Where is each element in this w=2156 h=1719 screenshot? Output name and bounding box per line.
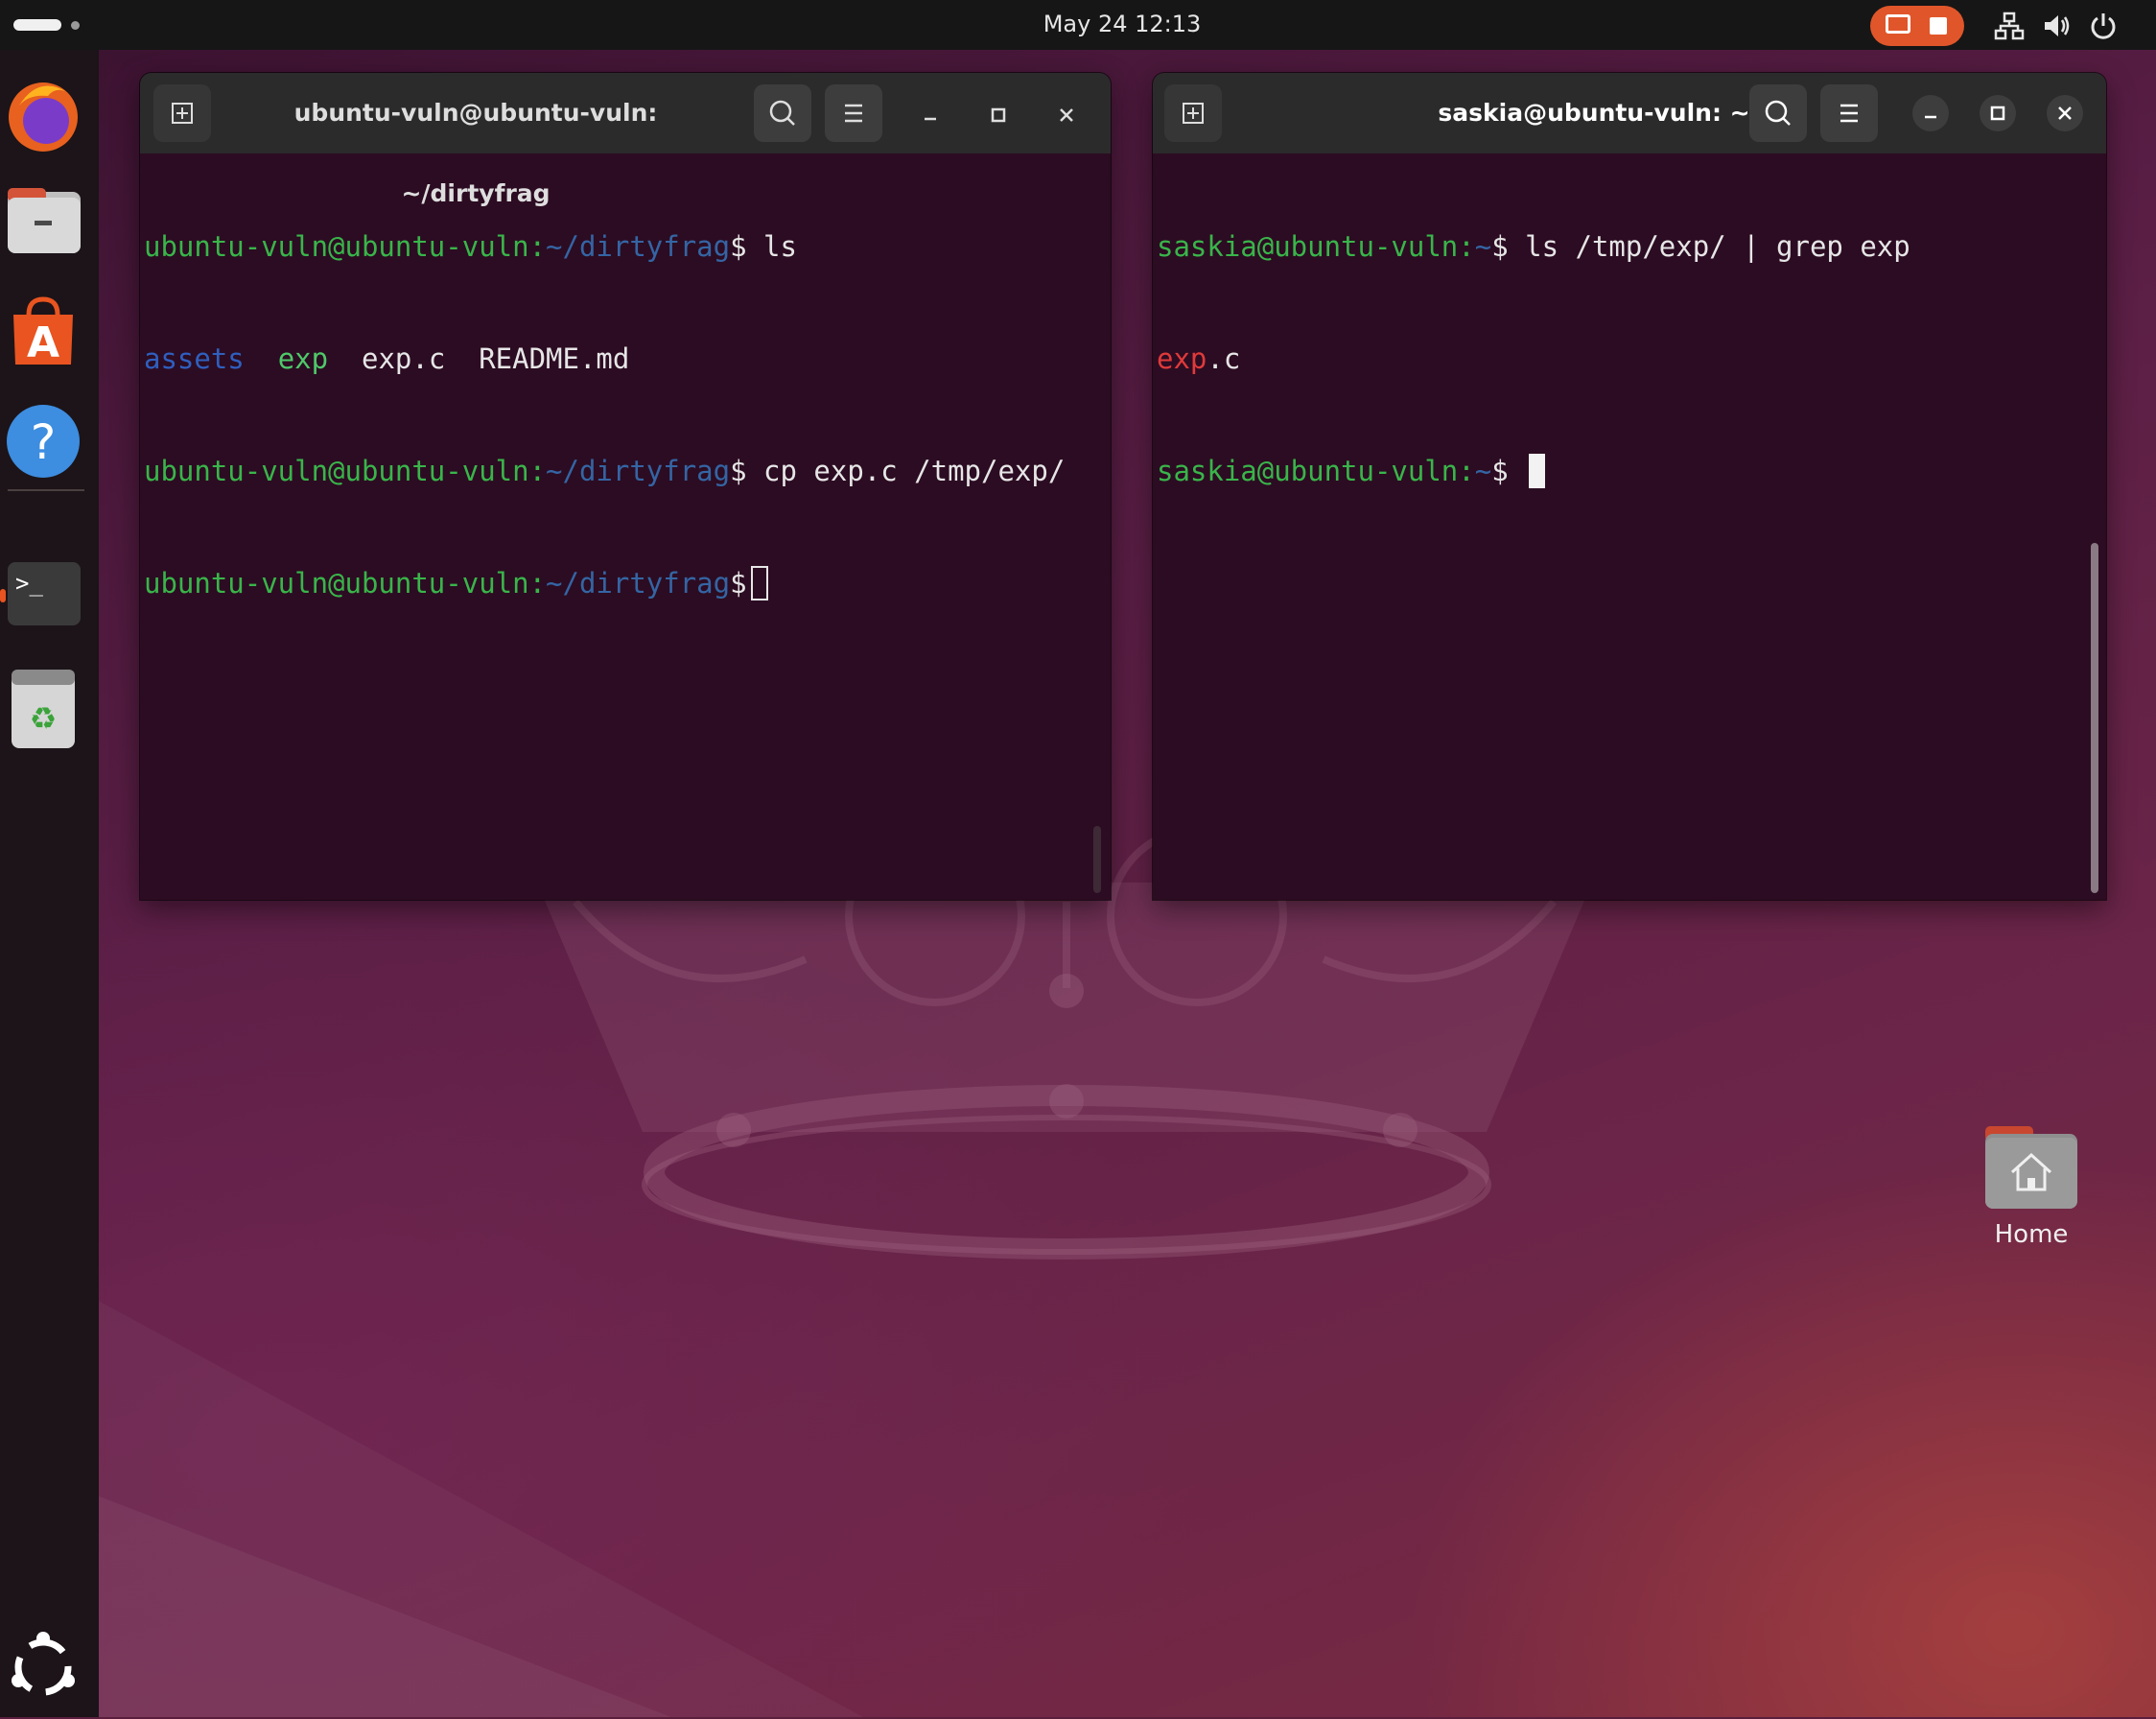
minimize-button[interactable]	[1912, 95, 1949, 131]
minimize-icon[interactable]	[913, 98, 948, 132]
close-button[interactable]	[2047, 95, 2083, 131]
firefox-icon	[9, 82, 78, 152]
terminal-window-right[interactable]: saskia@ubuntu-vuln: ~ saskia@ubuntu-vuln…	[1153, 73, 2106, 900]
stop-record-icon[interactable]	[1930, 17, 1947, 35]
dock-trash[interactable]: ♻	[0, 656, 99, 752]
terminal-output[interactable]: ubuntu-vuln@ubuntu-vuln:~/dirtyfrag$ ls …	[140, 153, 1111, 900]
new-tab-icon	[172, 103, 193, 124]
scrollbar[interactable]	[2091, 543, 2098, 893]
screen-record-icon	[1886, 14, 1910, 34]
dock-separator	[8, 489, 84, 491]
svg-text:>_: >_	[15, 570, 43, 597]
svg-text:♻: ♻	[30, 700, 58, 737]
search-icon	[1765, 100, 1791, 126]
text-cursor	[750, 566, 768, 600]
hamburger-menu-icon	[845, 104, 862, 123]
close-icon[interactable]	[1049, 98, 1084, 132]
terminal-output[interactable]: saskia@ubuntu-vuln:~$ ls /tmp/exp/ | gre…	[1153, 153, 2106, 900]
dock-app-center[interactable]: A	[0, 282, 99, 378]
menu-button[interactable]	[825, 84, 882, 142]
search-icon	[769, 100, 795, 126]
workspace-dot	[71, 21, 80, 30]
screen-recording-indicator[interactable]	[1870, 6, 1964, 46]
maximize-icon	[1990, 106, 2005, 121]
new-tab-icon	[1183, 103, 1204, 124]
terminal-line: ubuntu-vuln@ubuntu-vuln:~/dirtyfrag$	[144, 565, 1107, 602]
svg-text:A: A	[27, 318, 59, 367]
terminal-line: exp.c	[1157, 342, 1241, 375]
workspace-pill	[13, 19, 61, 31]
dock-help[interactable]: ?	[0, 391, 99, 487]
network-icon[interactable]	[1993, 10, 2026, 42]
terminal-header[interactable]: saskia@ubuntu-vuln: ~	[1153, 73, 2106, 153]
home-folder-label: Home	[1994, 1220, 2069, 1249]
dock-terminal[interactable]: >_	[0, 549, 99, 645]
new-tab-button[interactable]	[153, 84, 211, 142]
svg-text:?: ?	[31, 414, 57, 470]
window-title: ubuntu-vuln@ubuntu-vuln: ~/dirtyfrag	[293, 99, 658, 207]
dock-files[interactable]	[0, 175, 99, 271]
running-indicator	[0, 589, 6, 602]
desktop-home-folder[interactable]: Home	[1976, 1113, 2081, 1276]
dock-show-apps[interactable]	[0, 1619, 99, 1715]
show-apps-icon	[12, 1632, 75, 1696]
terminal-line: saskia@ubuntu-vuln:~$	[1157, 453, 2102, 490]
window-title: saskia@ubuntu-vuln: ~	[1438, 99, 1750, 127]
app-center-icon: A	[13, 296, 73, 367]
home-folder-icon	[1985, 1126, 2077, 1209]
maximize-button[interactable]	[1980, 95, 2016, 131]
files-icon	[8, 188, 81, 253]
scrollbar[interactable]	[1093, 826, 1101, 893]
terminal-icon: >_	[8, 562, 81, 625]
help-icon: ?	[7, 405, 80, 478]
terminal-line: assets exp exp.c README.md	[144, 342, 630, 375]
dock-firefox[interactable]	[0, 67, 99, 163]
terminal-window-left[interactable]: ubuntu-vuln@ubuntu-vuln: ~/dirtyfrag ubu…	[140, 73, 1111, 900]
terminal-line: saskia@ubuntu-vuln:~$ ls /tmp/exp/ | gre…	[1157, 230, 1910, 263]
clock[interactable]: May 24 12:13	[1017, 0, 1228, 50]
minimize-icon	[1925, 115, 1936, 119]
menu-button[interactable]	[1820, 84, 1878, 142]
terminal-line: ubuntu-vuln@ubuntu-vuln:~/dirtyfrag$ cp …	[144, 455, 1066, 487]
maximize-icon[interactable]	[981, 98, 1016, 132]
search-button[interactable]	[754, 84, 811, 142]
hamburger-menu-icon	[1840, 104, 1858, 123]
top-bar: May 24 12:13	[0, 0, 2156, 50]
close-icon	[2058, 106, 2072, 120]
volume-icon[interactable]	[2041, 10, 2074, 42]
terminal-header[interactable]: ubuntu-vuln@ubuntu-vuln: ~/dirtyfrag	[140, 73, 1111, 207]
text-cursor	[1529, 454, 1546, 488]
terminal-line: ubuntu-vuln@ubuntu-vuln:~/dirtyfrag$ ls	[144, 230, 797, 263]
search-button[interactable]	[1749, 84, 1807, 142]
power-icon[interactable]	[2087, 10, 2120, 42]
trash-icon: ♻	[12, 670, 75, 748]
dock: A ? >_ ♻	[0, 50, 99, 1717]
new-tab-button[interactable]	[1164, 84, 1222, 142]
